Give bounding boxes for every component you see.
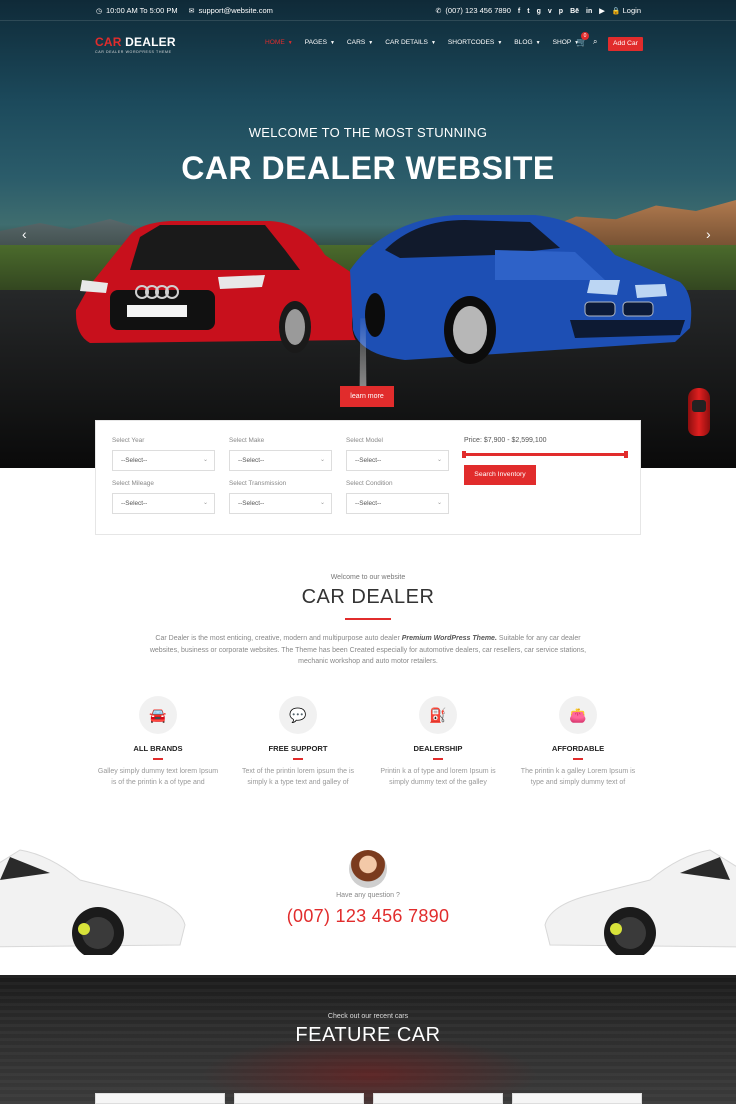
cart-button[interactable]: 🛒 0 (576, 32, 589, 48)
chevron-down-icon: ▼ (368, 40, 374, 46)
twitter-icon[interactable]: t (527, 8, 529, 15)
nav-item-pages[interactable]: PAGES ▼ (305, 39, 335, 46)
phone-icon: ✆ (435, 8, 442, 15)
search-icon[interactable]: ⌕ (593, 37, 597, 47)
chevron-down-icon: ▼ (430, 40, 436, 46)
avatar (349, 850, 387, 888)
chevron-down-icon: ⌄ (319, 500, 325, 506)
search-inventory-button[interactable]: Search Inventory (464, 465, 536, 485)
feature-dealership: ⛽ DEALERSHIP Printin k a of type and lor… (377, 696, 499, 788)
top-bar: ◷ 10:00 AM To 5:00 PM ✉ support@website.co… (0, 0, 736, 21)
support-icon: 💬 (279, 696, 317, 734)
dribbble-icon[interactable]: g (537, 8, 541, 15)
slider-prev-arrow-icon[interactable]: ‹ (22, 226, 27, 242)
phone-link[interactable]: ✆ (007) 123 456 7890 (434, 6, 510, 16)
feature-all-brands: 🚘 ALL BRANDS Galley simply dummy text lo… (97, 696, 219, 788)
learn-more-button[interactable]: learn more (340, 386, 394, 407)
nav-item-home[interactable]: HOME ▼ (265, 39, 293, 46)
slider-next-arrow-icon[interactable]: › (706, 226, 711, 242)
price-range-label: Price: $7,900 - $2,599,100 (464, 437, 547, 444)
feature-car-title: FEATURE CAR (295, 1024, 441, 1046)
slider-max-handle[interactable] (624, 451, 628, 458)
year-filter: Select Year --Select-- ⌄ (112, 437, 215, 471)
login-link[interactable]: 🔒 Login (612, 6, 641, 16)
envelope-icon: ✉ (188, 8, 195, 15)
site-logo[interactable]: CAR DEALER CAR DEALER WORDPRESS THEME (95, 35, 176, 54)
car-card[interactable] (512, 1093, 642, 1104)
chevron-down-icon: ⌄ (202, 500, 208, 506)
make-filter: Select Make --Select-- ⌄ (229, 437, 332, 471)
nav-item-blog[interactable]: BLOG ▼ (514, 39, 540, 46)
year-select[interactable]: --Select-- ⌄ (112, 450, 215, 471)
clock-icon: ◷ (95, 8, 103, 15)
wallet-icon: 👛 (559, 696, 597, 734)
transmission-select[interactable]: --Select-- ⌄ (229, 493, 332, 514)
feature-affordable: 👛 AFFORDABLE The printin k a galley Lore… (517, 696, 639, 788)
vimeo-icon[interactable]: v (548, 8, 552, 15)
hero-title: CAR DEALER WEBSITE (181, 150, 555, 186)
welcome-paragraph: Car Dealer is the most enticing, creativ… (149, 635, 587, 666)
main-navigation: CAR DEALER CAR DEALER WORDPRESS THEME HO… (0, 22, 736, 64)
dealership-icon: ⛽ (419, 696, 457, 734)
back-to-top-car-icon[interactable] (688, 388, 710, 436)
chevron-down-icon: ▼ (329, 40, 335, 46)
welcome-title: CAR DEALER (301, 586, 435, 608)
menu: HOME ▼ PAGES ▼ CARS ▼ CAR DETAILS ▼ SHORTCOD… (265, 39, 591, 46)
car-icon: 🚘 (139, 696, 177, 734)
feature-free-support: 💬 FREE SUPPORT Text of the printin lorem… (237, 696, 359, 788)
nav-item-shortcodes[interactable]: SHORTCODES ▼ (448, 39, 502, 46)
chevron-down-icon: ⌄ (319, 457, 325, 463)
chevron-down-icon: ⌄ (436, 500, 442, 506)
nav-item-car-details[interactable]: CAR DETAILS ▼ (385, 39, 436, 46)
blue-car-image (350, 215, 692, 364)
feature-car-kicker: Check out our recent cars (327, 1013, 409, 1020)
contact-question: Have any question ? (336, 892, 400, 899)
email-link[interactable]: ✉ support@website.com (188, 6, 273, 16)
title-underline (345, 618, 391, 620)
inventory-search-form: Select Year --Select-- ⌄ Select Make --Se… (95, 420, 641, 535)
transmission-filter: Select Transmission --Select-- ⌄ (229, 480, 332, 514)
nav-item-cars[interactable]: CARS ▼ (347, 39, 373, 46)
pinterest-icon[interactable]: p (559, 8, 563, 15)
logo-tagline: CAR DEALER WORDPRESS THEME (95, 50, 172, 54)
hero-subtitle: WELCOME TO THE MOST STUNNING (248, 125, 488, 140)
cart-count-badge: 0 (581, 32, 589, 40)
behance-icon[interactable]: Bē (570, 8, 579, 15)
slider-min-handle[interactable] (462, 451, 466, 458)
condition-filter: Select Condition --Select-- ⌄ (346, 480, 449, 514)
linkedin-icon[interactable]: in (586, 8, 592, 15)
business-hours: 10:00 AM To 5:00 PM (106, 6, 178, 15)
contact-phone[interactable]: (007) 123 456 7890 (0, 906, 736, 927)
lock-icon: 🔒 (611, 8, 621, 15)
model-select[interactable]: --Select-- ⌄ (346, 450, 449, 471)
mileage-filter: Select Mileage --Select-- ⌄ (112, 480, 215, 514)
price-range-slider[interactable] (462, 451, 628, 458)
chevron-down-icon: ▼ (287, 40, 293, 46)
model-filter: Select Model --Select-- ⌄ (346, 437, 449, 471)
chevron-down-icon: ▼ (535, 40, 541, 46)
mileage-select[interactable]: --Select-- ⌄ (112, 493, 215, 514)
make-select[interactable]: --Select-- ⌄ (229, 450, 332, 471)
chevron-down-icon: ⌄ (436, 457, 442, 463)
chevron-down-icon: ⌄ (202, 457, 208, 463)
condition-select[interactable]: --Select-- ⌄ (346, 493, 449, 514)
welcome-kicker: Welcome to our website (330, 574, 406, 581)
car-card[interactable] (95, 1093, 225, 1104)
car-card[interactable] (373, 1093, 503, 1104)
facebook-icon[interactable]: f (518, 8, 520, 15)
chevron-down-icon: ▼ (497, 40, 503, 46)
add-car-button[interactable]: Add Car (608, 37, 643, 51)
youtube-icon[interactable]: ▶ (599, 7, 604, 15)
red-car-image (75, 221, 368, 353)
car-card[interactable] (234, 1093, 364, 1104)
